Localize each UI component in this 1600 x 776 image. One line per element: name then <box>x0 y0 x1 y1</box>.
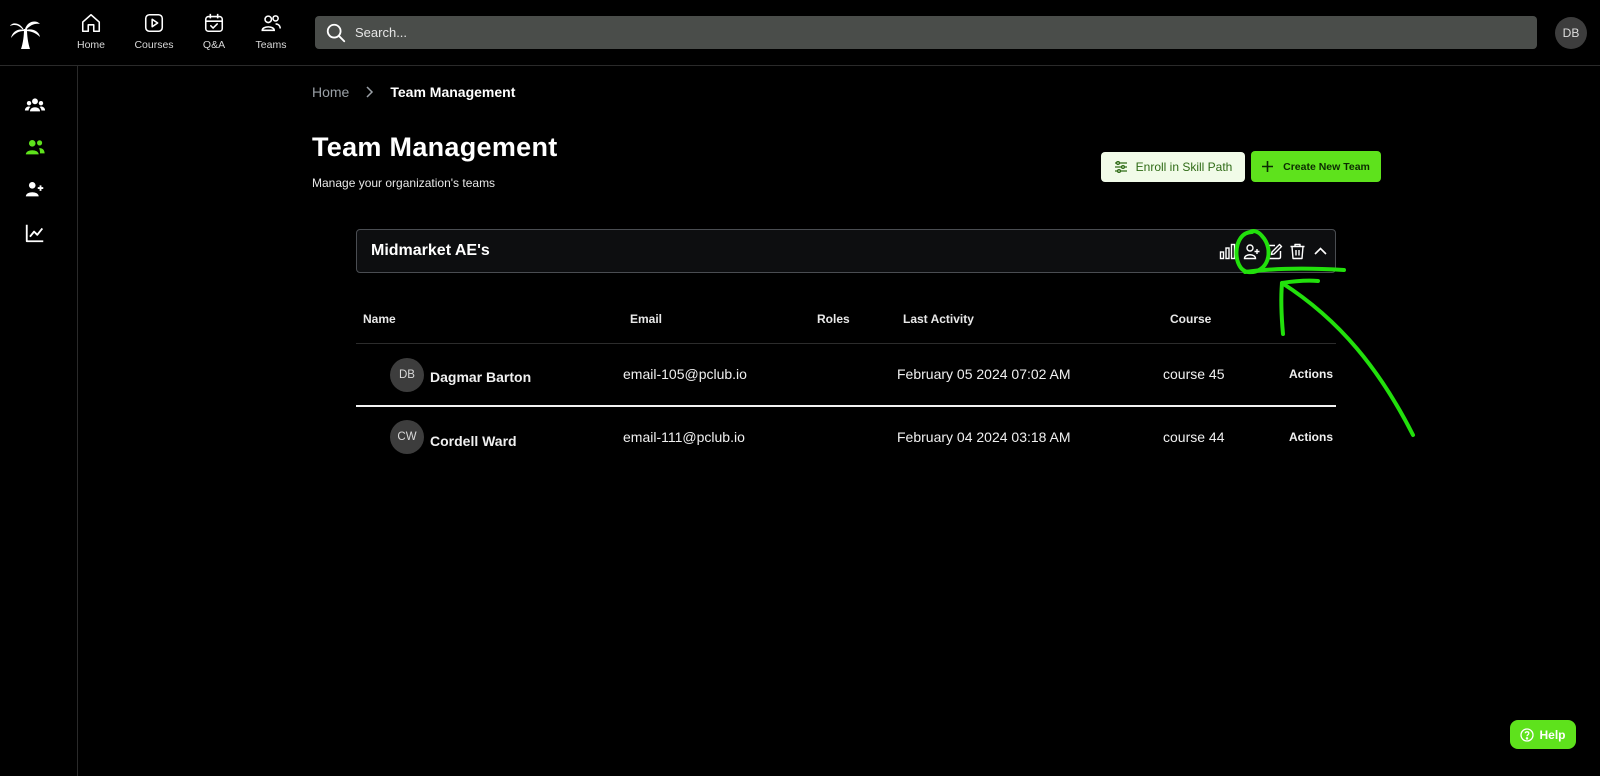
member-name: Dagmar Barton <box>430 369 532 385</box>
sliders-icon <box>1114 161 1127 173</box>
avatar: DB <box>390 358 424 392</box>
nav-qa[interactable]: Q&A <box>201 12 227 52</box>
palm-tree-logo-icon[interactable] <box>8 16 42 50</box>
search-icon <box>326 23 346 42</box>
avatar: CW <box>390 420 424 454</box>
enroll-button-label: Enroll in Skill Path <box>1135 160 1233 174</box>
users-active-icon[interactable] <box>24 136 46 158</box>
team-card-header[interactable]: Midmarket AE's <box>356 229 1336 273</box>
page-subtitle: Manage your organization's teams <box>312 176 496 190</box>
help-label: Help <box>1539 727 1566 742</box>
plus-icon <box>1262 161 1274 172</box>
column-header-course[interactable]: Course <box>1170 312 1211 326</box>
home-icon <box>81 13 101 33</box>
annotation-arrow-head <box>1279 278 1320 336</box>
nav-qa-label: Q&A <box>202 39 226 51</box>
member-email: email-111@pclub.io <box>623 429 745 445</box>
calendar-check-icon <box>204 13 224 33</box>
breadcrumb: Home Team Management <box>312 84 515 100</box>
nav-teams[interactable]: Teams <box>254 12 288 52</box>
row-actions-button[interactable]: Actions <box>1289 430 1333 444</box>
question-circle-icon <box>1520 727 1535 742</box>
user-avatar[interactable]: DB <box>1555 17 1587 49</box>
nav-home[interactable]: Home <box>76 12 106 52</box>
page-title: Team Management <box>312 132 558 162</box>
header-divider <box>356 343 1336 344</box>
member-course: course 44 <box>1163 429 1225 445</box>
help-button[interactable]: Help <box>1510 720 1576 749</box>
member-last-activity: February 05 2024 07:02 AM <box>897 366 1071 382</box>
row-actions-button[interactable]: Actions <box>1289 367 1333 381</box>
chevron-right-icon <box>365 86 374 98</box>
breadcrumb-home[interactable]: Home <box>312 84 349 100</box>
annotation-overlay <box>1234 229 1415 437</box>
column-header-name[interactable]: Name <box>363 312 396 326</box>
create-button-label: Create New Team <box>1283 160 1370 173</box>
top-navigation-bar: Home Courses Q&A Teams DB <box>0 0 1600 66</box>
nav-teams-label: Teams <box>255 39 287 51</box>
line-chart-icon[interactable] <box>24 222 46 244</box>
nav-courses-label: Courses <box>134 39 174 51</box>
chevron-up-icon[interactable] <box>1312 243 1329 260</box>
sidebar <box>0 66 78 776</box>
column-header-roles[interactable]: Roles <box>817 312 850 326</box>
member-last-activity: February 04 2024 03:18 AM <box>897 429 1071 445</box>
play-square-icon <box>144 13 164 33</box>
enroll-skill-path-button[interactable]: Enroll in Skill Path <box>1101 152 1245 182</box>
breadcrumb-current: Team Management <box>390 84 516 100</box>
user-plus-icon[interactable] <box>24 178 46 200</box>
bar-chart-icon[interactable] <box>1219 243 1236 260</box>
column-header-last-activity[interactable]: Last Activity <box>903 312 974 326</box>
create-new-team-button[interactable]: Create New Team <box>1251 151 1381 182</box>
column-header-email[interactable]: Email <box>630 312 662 326</box>
member-name: Cordell Ward <box>430 433 517 449</box>
add-member-icon[interactable] <box>1243 243 1260 260</box>
member-email: email-105@pclub.io <box>623 366 747 382</box>
member-course: course 45 <box>1163 366 1225 382</box>
nav-courses[interactable]: Courses <box>131 12 177 52</box>
search-input[interactable] <box>355 25 1515 40</box>
team-name: Midmarket AE's <box>371 242 490 259</box>
users-icon <box>261 15 281 32</box>
search-bar[interactable] <box>315 16 1537 49</box>
edit-icon[interactable] <box>1266 243 1283 260</box>
trash-icon[interactable] <box>1289 243 1306 260</box>
annotation-arrow-shaft <box>1280 281 1415 437</box>
nav-home-label: Home <box>76 39 105 51</box>
row-divider <box>356 405 1336 407</box>
team-group-icon[interactable] <box>24 94 46 116</box>
